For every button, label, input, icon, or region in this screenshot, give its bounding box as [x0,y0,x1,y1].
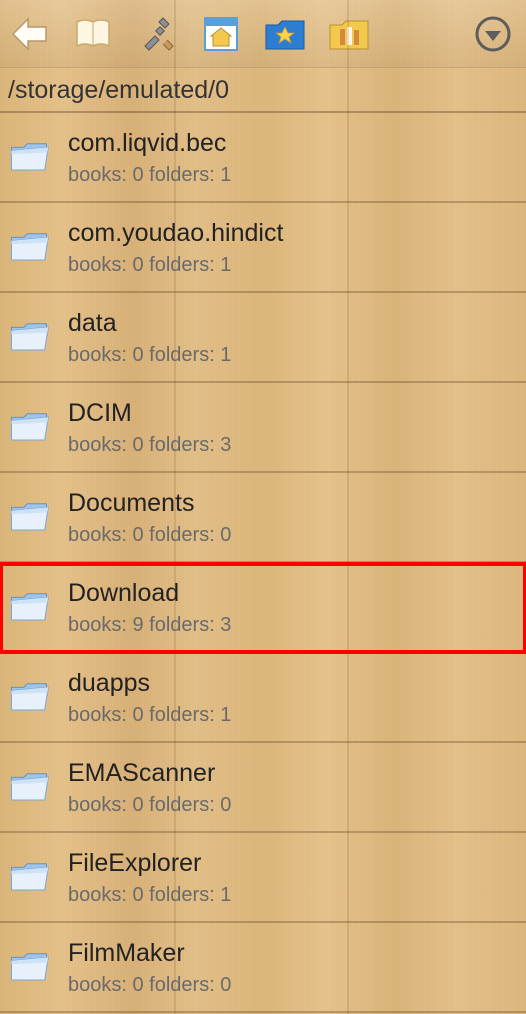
folder-meta: books: 0 folders: 1 [68,344,518,367]
folder-row[interactable]: FilmMaker books: 0 folders: 0 [0,923,526,1013]
path-bar[interactable]: /storage/emulated/0 [0,68,526,113]
folder-name: FileExplorer [68,849,518,878]
folder-row[interactable]: DCIM books: 0 folders: 3 [0,383,526,473]
folder-books-icon [328,15,370,53]
folder-name: data [68,309,518,338]
folder-row[interactable]: data books: 0 folders: 1 [0,293,526,383]
bookshelf-button[interactable] [326,11,372,57]
folder-icon [8,225,56,273]
folder-icon [8,585,56,633]
folder-meta: books: 9 folders: 3 [68,614,518,637]
open-book-icon [73,14,113,54]
folder-meta: books: 0 folders: 0 [68,794,518,817]
folder-icon [8,405,56,453]
folder-icon [8,675,56,723]
folder-name: EMAScanner [68,759,518,788]
folder-meta: books: 0 folders: 1 [68,164,518,187]
folder-row[interactable]: Documents books: 0 folders: 0 [0,473,526,563]
home-frame-icon [201,14,241,54]
current-path: /storage/emulated/0 [8,76,229,104]
folder-meta: books: 0 folders: 0 [68,974,518,997]
favorites-button[interactable] [262,11,308,57]
tools-icon [137,14,177,54]
folder-text: com.liqvid.bec books: 0 folders: 1 [68,129,518,187]
folder-text: DCIM books: 0 folders: 3 [68,399,518,457]
folder-list: com.liqvid.becbooks: 0 folders: 1com.you… [0,113,526,1013]
folder-name: com.youdao.hindict [68,219,518,248]
folder-name: Documents [68,489,518,518]
folder-text: FileExplorer books: 0 folders: 1 [68,849,518,907]
folder-icon [8,135,56,183]
folder-row[interactable]: com.youdao.hindict books: 0 folders: 1 [0,203,526,293]
folder-text: duapps books: 0 folders: 1 [68,669,518,727]
folder-text: Download books: 9 folders: 3 [68,579,518,637]
folder-text: com.youdao.hindict books: 0 folders: 1 [68,219,518,277]
folder-meta: books: 0 folders: 1 [68,254,518,277]
library-button[interactable] [70,11,116,57]
menu-button[interactable] [470,11,516,57]
folder-meta: books: 0 folders: 0 [68,524,518,547]
folder-row[interactable]: FileExplorer books: 0 folders: 1 [0,833,526,923]
folder-name: DCIM [68,399,518,428]
folder-icon [8,855,56,903]
folder-row[interactable]: duapps books: 0 folders: 1 [0,653,526,743]
folder-name: Download [68,579,518,608]
folder-text: data books: 0 folders: 1 [68,309,518,367]
folder-row[interactable]: EMAScanner books: 0 folders: 0 [0,743,526,833]
back-arrow-icon [8,13,50,55]
folder-meta: books: 0 folders: 3 [68,434,518,457]
folder-row[interactable]: com.liqvid.bec books: 0 folders: 1 [0,113,526,203]
folder-text: Documents books: 0 folders: 0 [68,489,518,547]
folder-icon [8,945,56,993]
folder-meta: books: 0 folders: 1 [68,704,518,727]
folder-meta: books: 0 folders: 1 [68,884,518,907]
back-button[interactable] [6,11,52,57]
folder-name: duapps [68,669,518,698]
folder-icon [8,495,56,543]
folder-name: com.liqvid.bec [68,129,518,158]
folder-text: FilmMaker books: 0 folders: 0 [68,939,518,997]
folder-icon [8,765,56,813]
folder-name: FilmMaker [68,939,518,968]
dropdown-circle-icon [474,15,512,53]
folder-icon [8,315,56,363]
home-button[interactable] [198,11,244,57]
folder-row[interactable]: Download books: 9 folders: 3 [0,563,526,653]
folder-text: EMAScanner books: 0 folders: 0 [68,759,518,817]
tools-button[interactable] [134,11,180,57]
toolbar [0,0,526,68]
star-folder-icon [264,15,306,53]
